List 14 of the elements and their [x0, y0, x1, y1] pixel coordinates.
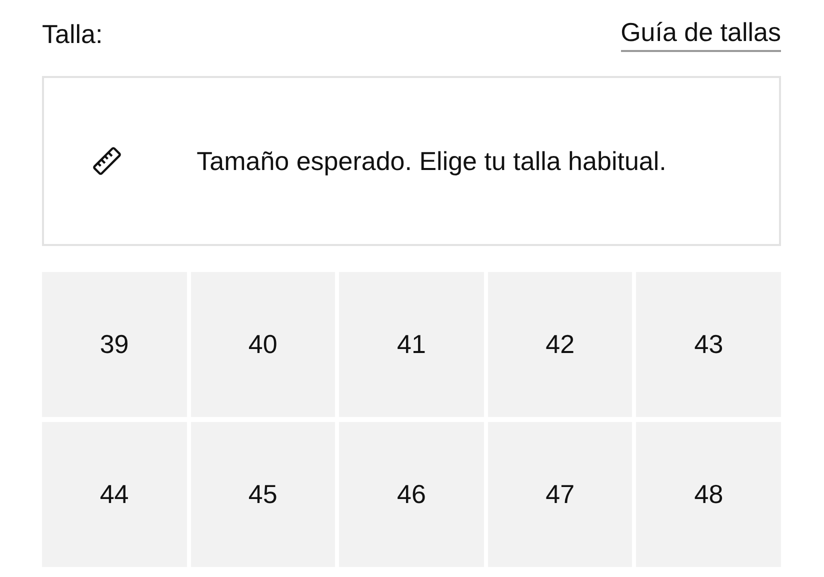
size-option[interactable]: 39: [42, 272, 187, 417]
size-option[interactable]: 40: [190, 272, 336, 417]
size-option[interactable]: 42: [488, 272, 632, 417]
fit-note-text: Tamaño esperado. Elige tu talla habitual.: [196, 144, 668, 178]
size-option[interactable]: 41: [339, 272, 484, 417]
ruler-icon: [90, 144, 124, 178]
size-option[interactable]: 44: [42, 422, 187, 567]
size-label: Talla:: [42, 18, 103, 51]
size-option[interactable]: 43: [636, 272, 781, 417]
size-option[interactable]: 45: [190, 422, 336, 567]
size-guide-link[interactable]: Guía de tallas: [620, 16, 781, 52]
size-option[interactable]: 46: [339, 422, 484, 567]
size-option[interactable]: 47: [488, 422, 632, 567]
size-option[interactable]: 48: [636, 422, 781, 567]
